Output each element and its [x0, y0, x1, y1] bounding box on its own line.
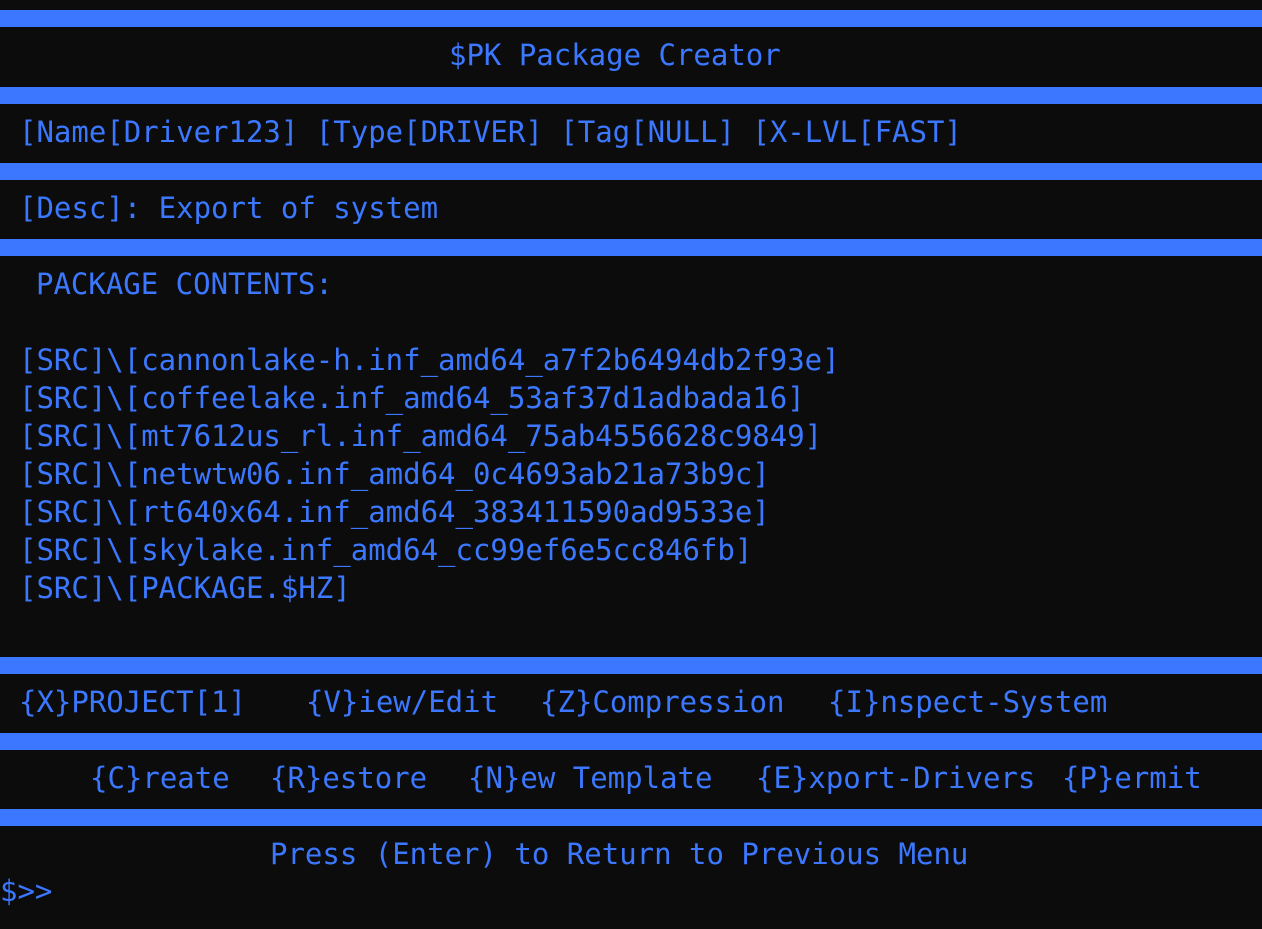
footer-hint: Press (Enter) to Return to Previous Menu: [270, 837, 969, 871]
separator-bar: [0, 733, 1262, 750]
list-item: [SRC]\[skylake.inf_amd64_cc99ef6e5cc846f…: [19, 533, 753, 567]
separator-bar: [0, 10, 1262, 27]
separator-bar: [0, 87, 1262, 104]
separator-bar: [0, 163, 1262, 180]
menu-item-create[interactable]: {C}reate: [90, 759, 230, 797]
package-type-field[interactable]: [Type[DRIVER]: [316, 115, 543, 149]
package-tag-field[interactable]: [Tag[NULL]: [560, 115, 735, 149]
menu-item-view-edit[interactable]: {V}iew/Edit: [306, 683, 498, 721]
separator-bar: [0, 239, 1262, 256]
menu-item-new-template[interactable]: {N}ew Template: [468, 759, 712, 797]
menu-item-restore[interactable]: {R}estore: [270, 759, 427, 797]
list-item: [SRC]\[PACKAGE.$HZ]: [19, 571, 351, 605]
compression-level-field[interactable]: [X-LVL[FAST]: [752, 115, 962, 149]
menu-item-compression[interactable]: {Z}Compression: [540, 683, 784, 721]
list-item: [SRC]\[coffeelake.inf_amd64_53af37d1adba…: [19, 381, 805, 415]
separator-bar: [0, 657, 1262, 674]
command-prompt[interactable]: $>>: [0, 872, 52, 910]
package-description: [Desc]: Export of system: [19, 191, 439, 225]
terminal-window: { "title": "$PK Package Creator", "info"…: [0, 0, 1262, 929]
contents-header: PACKAGE CONTENTS:: [36, 267, 333, 301]
menu-item-export-drivers[interactable]: {E}xport-Drivers: [756, 759, 1035, 797]
app-title: $PK Package Creator: [449, 38, 781, 72]
package-name-field[interactable]: [Name[Driver123]: [19, 115, 298, 149]
list-item: [SRC]\[rt640x64.inf_amd64_383411590ad953…: [19, 495, 770, 529]
separator-bar: [0, 809, 1262, 826]
list-item: [SRC]\[netwtw06.inf_amd64_0c4693ab21a73b…: [19, 457, 770, 491]
list-item: [SRC]\[mt7612us_rl.inf_amd64_75ab4556628…: [19, 419, 823, 453]
menu-item-permit[interactable]: {P}ermit: [1062, 759, 1202, 797]
list-item: [SRC]\[cannonlake-h.inf_amd64_a7f2b6494d…: [19, 343, 840, 377]
menu-item-project[interactable]: {X}PROJECT[1]: [19, 683, 246, 721]
menu-item-inspect-system[interactable]: {I}nspect-System: [828, 683, 1107, 721]
info-row: [Name[Driver123] [Type[DRIVER] [Tag[NULL…: [19, 113, 962, 151]
